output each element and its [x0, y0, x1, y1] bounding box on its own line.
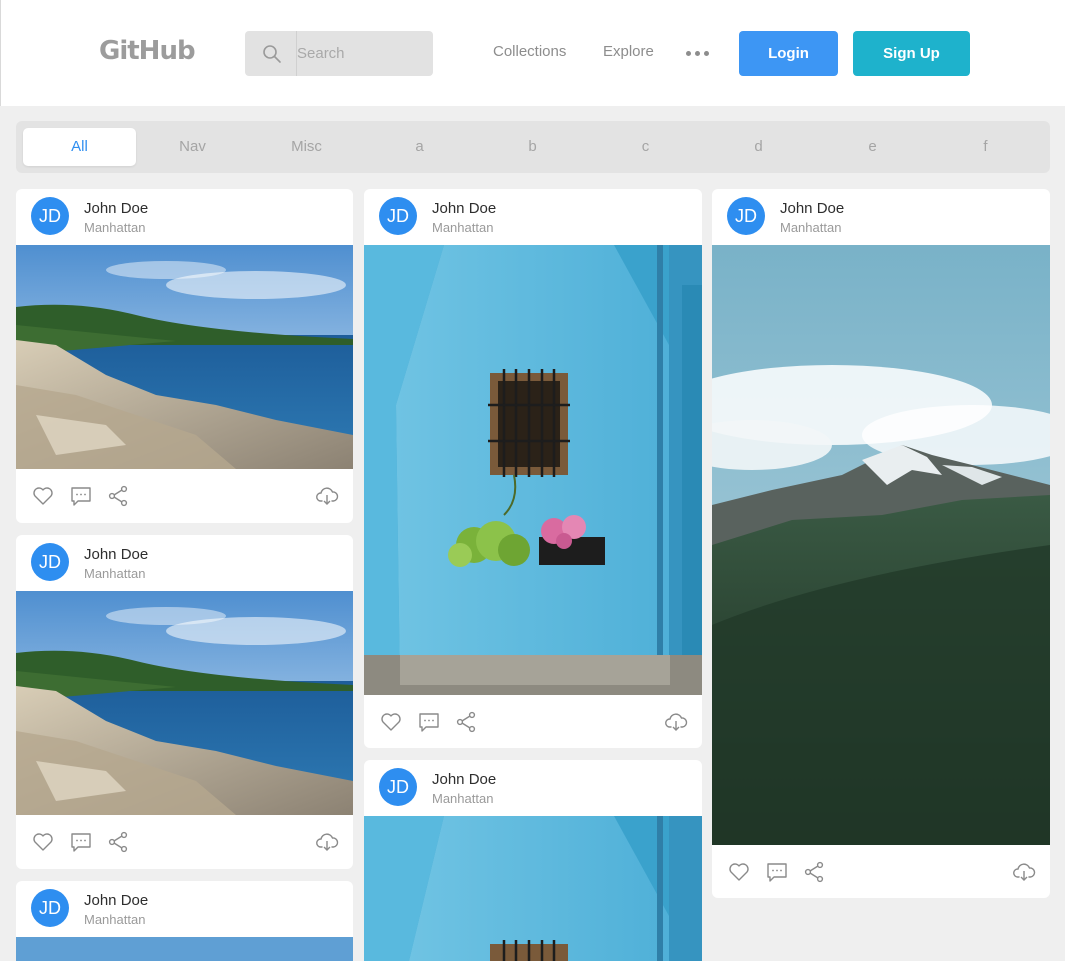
author-location: Manhattan [432, 791, 494, 806]
search-box[interactable] [245, 31, 433, 76]
search-input[interactable] [297, 31, 427, 76]
heart-icon[interactable] [31, 484, 55, 508]
category-tabs: All Nav Misc a b c d e f [16, 121, 1050, 173]
comment-icon[interactable] [69, 830, 93, 854]
avatar[interactable]: JD [379, 768, 417, 806]
photo-blue-wall[interactable] [364, 816, 702, 961]
photo-coast[interactable] [16, 245, 353, 469]
tab-e[interactable]: e [816, 128, 929, 166]
post-card: JD John Doe Manhattan [712, 189, 1050, 898]
author-location: Manhattan [84, 912, 146, 927]
heart-icon[interactable] [31, 830, 55, 854]
logo[interactable]: GitHub [99, 36, 196, 66]
post-card: JD John Doe Manhattan [364, 189, 702, 748]
share-icon[interactable] [106, 484, 130, 508]
page: GitHub Collections Explore Login Sign Up… [0, 0, 1065, 961]
post-card: JD John Doe Manhattan [16, 881, 353, 961]
photo-coast[interactable] [16, 937, 353, 961]
post-card: JD John Doe Manhattan [16, 189, 353, 523]
photo-coast[interactable] [16, 591, 353, 815]
tab-a[interactable]: a [363, 128, 476, 166]
author-location: Manhattan [432, 220, 494, 235]
nav-collections[interactable]: Collections [493, 43, 566, 60]
tab-all[interactable]: All [23, 128, 136, 166]
share-icon[interactable] [106, 830, 130, 854]
author-name[interactable]: John Doe [84, 546, 148, 563]
avatar[interactable]: JD [727, 197, 765, 235]
signup-button[interactable]: Sign Up [853, 31, 970, 76]
download-icon[interactable] [1012, 860, 1036, 884]
avatar[interactable]: JD [31, 197, 69, 235]
tab-f[interactable]: f [929, 128, 1042, 166]
search-icon [262, 44, 282, 64]
author-name[interactable]: John Doe [432, 200, 496, 217]
top-header: GitHub Collections Explore Login Sign Up [0, 0, 1065, 106]
tab-b[interactable]: b [476, 128, 589, 166]
photo-mountain[interactable] [712, 245, 1050, 845]
heart-icon[interactable] [727, 860, 751, 884]
share-icon[interactable] [802, 860, 826, 884]
avatar[interactable]: JD [31, 889, 69, 927]
tab-c[interactable]: c [589, 128, 702, 166]
nav-explore[interactable]: Explore [603, 43, 654, 60]
author-name[interactable]: John Doe [84, 200, 148, 217]
author-name[interactable]: John Doe [432, 771, 496, 788]
author-location: Manhattan [84, 220, 146, 235]
comment-icon[interactable] [69, 484, 93, 508]
post-card: JD John Doe Manhattan [16, 535, 353, 869]
comment-icon[interactable] [765, 860, 789, 884]
download-icon[interactable] [315, 830, 339, 854]
photo-blue-wall[interactable] [364, 245, 702, 695]
more-icon[interactable] [686, 51, 709, 56]
heart-icon[interactable] [379, 710, 403, 734]
author-name[interactable]: John Doe [780, 200, 844, 217]
author-location: Manhattan [780, 220, 842, 235]
download-icon[interactable] [664, 710, 688, 734]
login-button[interactable]: Login [739, 31, 838, 76]
share-icon[interactable] [454, 710, 478, 734]
tab-d[interactable]: d [702, 128, 815, 166]
avatar[interactable]: JD [31, 543, 69, 581]
post-card: JD John Doe Manhattan [364, 760, 702, 961]
tab-nav[interactable]: Nav [136, 128, 249, 166]
comment-icon[interactable] [417, 710, 441, 734]
download-icon[interactable] [315, 484, 339, 508]
author-location: Manhattan [84, 566, 146, 581]
tab-misc[interactable]: Misc [250, 128, 363, 166]
avatar[interactable]: JD [379, 197, 417, 235]
author-name[interactable]: John Doe [84, 892, 148, 909]
